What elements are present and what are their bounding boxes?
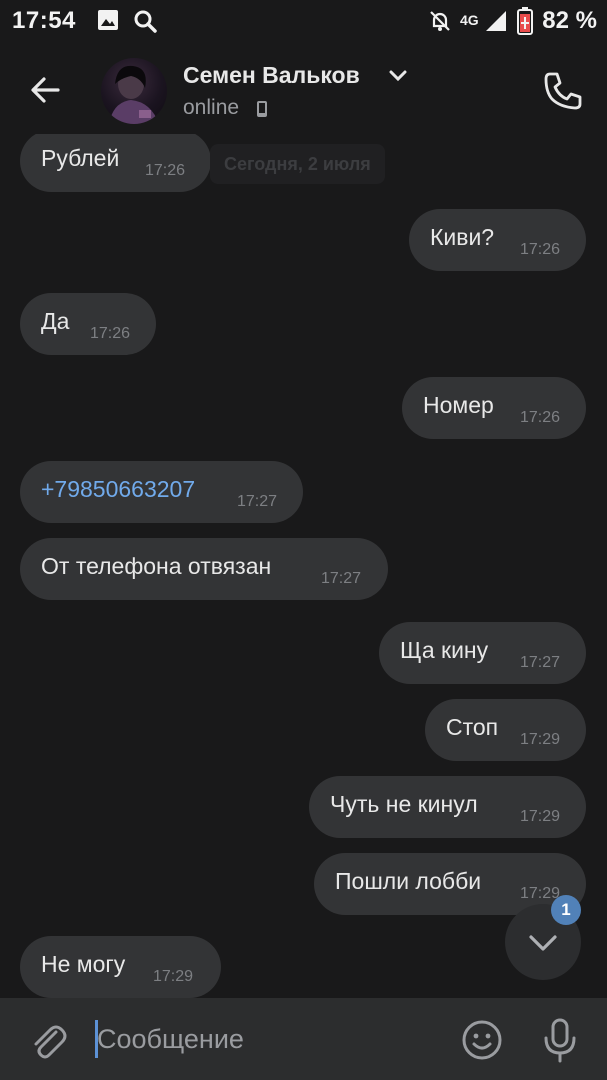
message-incoming[interactable]: Рублей 17:26: [20, 134, 211, 192]
message-text: Не могу: [41, 951, 126, 977]
back-button[interactable]: [22, 66, 70, 114]
image-icon: [97, 9, 119, 36]
message-input[interactable]: [97, 1018, 437, 1060]
message-outgoing[interactable]: Чуть не кинул 17:29: [309, 776, 586, 838]
message-text: Стоп: [446, 714, 499, 740]
message-text: От телефона отвязан: [41, 553, 272, 579]
message-list[interactable]: Рублей 17:26 Сегодня, 2 июля Киви? 17:26…: [0, 134, 607, 998]
message-time: 17:26: [90, 325, 131, 342]
message-text: Номер: [423, 392, 494, 418]
message-time: 17:27: [237, 493, 278, 510]
paperclip-icon: [34, 1025, 67, 1059]
unread-count-badge: 1: [551, 895, 581, 925]
emoji-icon: [462, 1020, 502, 1060]
message-incoming[interactable]: Не могу 17:29: [20, 936, 221, 998]
message-incoming[interactable]: Да 17:26: [20, 293, 156, 355]
mobile-phone-icon: [256, 100, 268, 123]
bell-off-icon: [428, 9, 452, 38]
message-time: 17:27: [321, 570, 362, 587]
avatar-image: [109, 65, 159, 124]
attach-button[interactable]: [26, 1018, 70, 1062]
search-icon: [133, 9, 157, 38]
message-text: Да: [41, 308, 70, 334]
message-outgoing[interactable]: Номер 17:26: [402, 377, 586, 439]
chevron-down-icon[interactable]: [389, 69, 407, 88]
microphone-icon: [544, 1018, 576, 1063]
message-text: Рублей: [41, 145, 120, 171]
battery-percent: 82 %: [542, 7, 597, 34]
message-text: Ща кину: [400, 637, 489, 663]
contact-name[interactable]: Семен Вальков: [183, 62, 360, 89]
message-text: Чуть не кинул: [330, 791, 478, 817]
message-time: 17:27: [520, 654, 561, 671]
chat-header: Семен Вальков online: [0, 44, 607, 134]
message-incoming[interactable]: +79850663207 17:27: [20, 461, 303, 523]
emoji-button[interactable]: [460, 1018, 504, 1062]
date-separator: Сегодня, 2 июля: [210, 144, 385, 184]
message-time: 17:29: [520, 808, 561, 825]
message-time: 17:26: [145, 162, 186, 179]
message-time: 17:26: [520, 409, 561, 426]
message-time: 17:29: [153, 968, 194, 985]
message-time: 17:26: [520, 241, 561, 258]
battery-icon: [517, 7, 533, 40]
voice-message-button[interactable]: [538, 1016, 582, 1064]
avatar[interactable]: [101, 58, 167, 124]
back-arrow-icon: [31, 77, 60, 103]
phone-number-link[interactable]: +79850663207: [41, 476, 195, 503]
phone-call-icon: [544, 72, 582, 110]
network-type: 4G: [460, 12, 479, 28]
call-button[interactable]: [538, 66, 588, 116]
status-bar: 17:54 4G 82 %: [0, 0, 607, 44]
signal-icon: [484, 9, 508, 38]
message-outgoing[interactable]: Стоп 17:29: [425, 699, 586, 761]
contact-status: online: [183, 96, 240, 119]
message-outgoing[interactable]: Киви? 17:26: [409, 209, 586, 271]
status-time: 17:54: [12, 7, 76, 34]
message-composer: [0, 998, 607, 1080]
message-outgoing[interactable]: Ща кину 17:27: [379, 622, 586, 684]
message-incoming[interactable]: От телефона отвязан 17:27: [20, 538, 388, 600]
message-text: Пошли лобби: [335, 868, 482, 894]
message-time: 17:29: [520, 731, 561, 748]
message-text: Киви?: [430, 224, 495, 250]
